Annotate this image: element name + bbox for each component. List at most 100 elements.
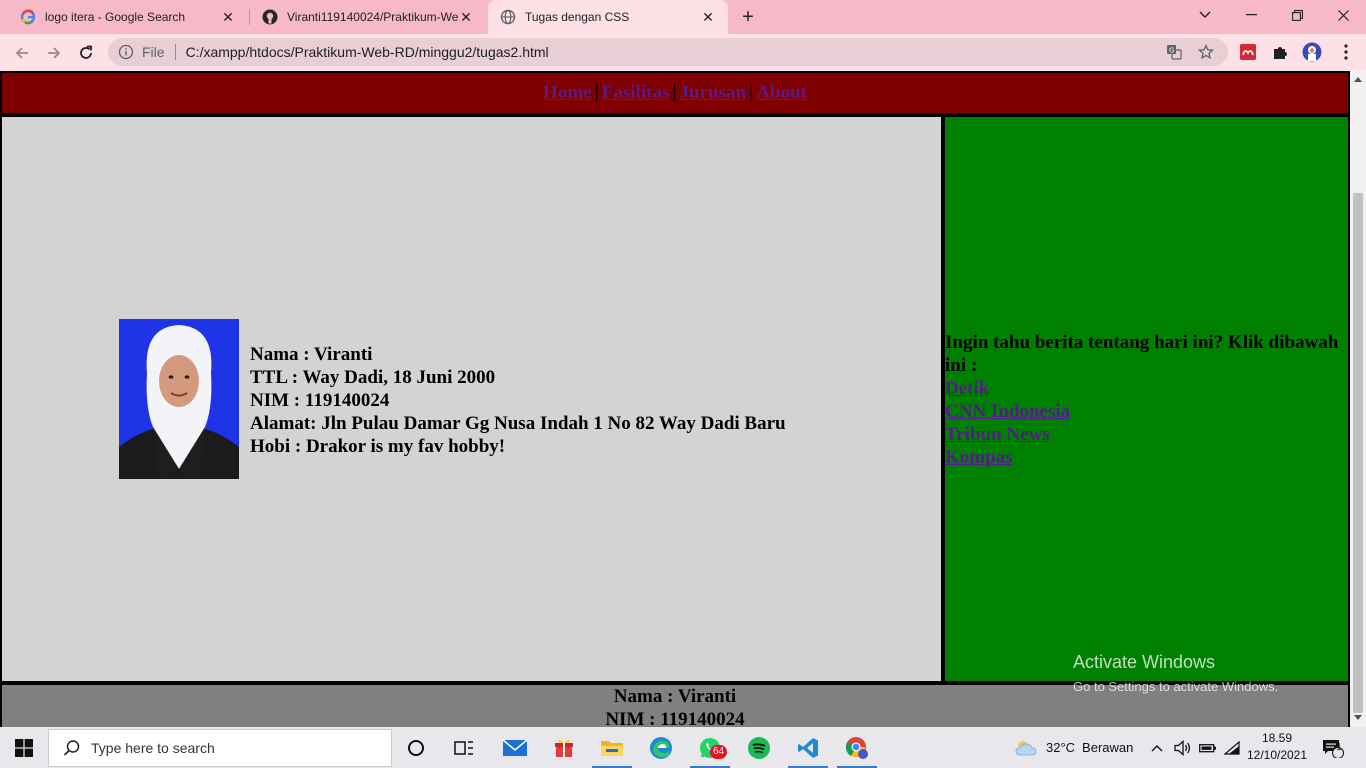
weather-widget[interactable]: 32°C Berawan xyxy=(1014,727,1133,768)
footer-nim: NIM : 119140024 xyxy=(605,709,745,727)
taskbar-edge[interactable] xyxy=(637,727,685,768)
network-button[interactable] xyxy=(1224,727,1240,768)
arrow-left-icon xyxy=(15,47,28,59)
edge-icon xyxy=(650,736,672,759)
taskbar-gift-app[interactable] xyxy=(540,727,588,768)
news-link-detik[interactable]: Detik xyxy=(945,377,1345,400)
search-placeholder: Type here to search xyxy=(91,740,215,756)
reload-icon xyxy=(80,45,92,59)
close-tab-icon[interactable]: ✕ xyxy=(700,9,716,25)
google-icon xyxy=(20,9,36,25)
vertical-scrollbar[interactable] xyxy=(1350,71,1366,727)
gift-icon xyxy=(555,739,573,757)
profile-photo xyxy=(119,319,239,479)
minimize-button[interactable] xyxy=(1228,0,1274,30)
close-tab-icon[interactable]: ✕ xyxy=(220,9,236,25)
chrome-menu-icon[interactable] xyxy=(1336,42,1356,62)
chrome-icon xyxy=(845,736,868,759)
taskbar-search[interactable]: Type here to search xyxy=(48,729,392,767)
show-hidden-icons-button[interactable] xyxy=(1151,727,1163,768)
news-intro: Ingin tahu berita tentang hari ini? Klik… xyxy=(945,332,1339,376)
bio-nama: Nama : Viranti xyxy=(250,344,373,365)
extension-mendeley-icon[interactable] xyxy=(1238,42,1258,62)
extensions-puzzle-icon[interactable] xyxy=(1270,42,1290,62)
battery-button[interactable] xyxy=(1199,727,1217,768)
weather-temp: 32°C xyxy=(1046,740,1076,755)
forward-button[interactable] xyxy=(40,39,68,67)
tab-search-button[interactable] xyxy=(1182,0,1228,30)
new-tab-button[interactable]: + xyxy=(736,5,760,29)
folder-icon xyxy=(601,740,623,756)
bio-hobi: Hobi : Drakor is my fav hobby! xyxy=(250,436,506,457)
url-scheme: File xyxy=(142,44,165,60)
page-navbar: Home | Fasilitas | Jurusan | About xyxy=(0,71,1350,115)
minimize-icon xyxy=(1245,14,1257,16)
url-text[interactable]: C:/xampp/htdocs/Praktikum-Web-RD/minggu2… xyxy=(186,44,1228,60)
page-viewport: Home | Fasilitas | Jurusan | About Nama … xyxy=(0,71,1366,727)
nav-separator: | xyxy=(749,82,754,103)
main-content: Nama : Viranti TTL : Way Dadi, 18 Juni 2… xyxy=(0,115,943,683)
bookmark-star-icon xyxy=(1198,44,1214,60)
browser-toolbar: File C:/xampp/htdocs/Praktikum-Web-RD/mi… xyxy=(0,34,1366,71)
svg-text:G: G xyxy=(1169,47,1174,55)
battery-icon xyxy=(1199,743,1216,752)
tab-github[interactable]: Viranti119140024/Praktikum-Web ✕ xyxy=(250,0,486,34)
volume-button[interactable] xyxy=(1174,727,1192,768)
search-icon xyxy=(63,740,80,756)
notification-center-button[interactable]: 1 xyxy=(1322,727,1344,768)
reload-button[interactable] xyxy=(72,39,100,67)
notification-count: 1 xyxy=(1336,742,1342,753)
scroll-up-icon[interactable] xyxy=(1354,77,1362,82)
spotify-icon xyxy=(748,736,770,759)
arrow-right-icon xyxy=(48,47,61,59)
windows-taskbar: Type here to search 64 32°C Berawan 18.5… xyxy=(0,727,1366,768)
task-view-icon xyxy=(454,740,473,755)
bio-nim: NIM : 119140024 xyxy=(250,390,390,411)
news-link-cnn-indonesia[interactable]: CNN Indonesia xyxy=(945,400,1345,423)
url-divider xyxy=(174,44,176,60)
activate-windows-watermark: Activate Windows Go to Settings to activ… xyxy=(1073,652,1278,694)
task-view-button[interactable] xyxy=(440,727,488,768)
tab-google-search[interactable]: logo itera - Google Search ✕ xyxy=(8,0,248,34)
taskbar-whatsapp[interactable]: 64 xyxy=(686,727,734,768)
nav-link-fasilitas[interactable]: Fasilitas xyxy=(602,82,670,104)
globe-icon xyxy=(500,9,516,25)
info-icon xyxy=(118,44,134,60)
nav-link-jurusan[interactable]: Jurusan xyxy=(680,82,747,104)
close-window-button[interactable] xyxy=(1320,0,1366,30)
restore-button[interactable] xyxy=(1274,0,1320,30)
news-link-kompas[interactable]: Kompas xyxy=(945,446,1345,469)
taskbar-mail[interactable] xyxy=(491,727,539,768)
tab-title: Viranti119140024/Praktikum-Web xyxy=(287,10,458,24)
taskbar-file-explorer[interactable] xyxy=(588,727,636,768)
taskbar-chrome[interactable] xyxy=(833,727,881,768)
whatsapp-badge: 64 xyxy=(710,745,728,759)
taskbar-vscode[interactable] xyxy=(784,727,832,768)
profile-avatar[interactable] xyxy=(1302,42,1322,62)
tab-tugas-css[interactable]: Tugas dengan CSS ✕ xyxy=(488,0,728,34)
vscode-icon xyxy=(798,737,818,758)
windows-logo-icon xyxy=(15,738,33,757)
nav-link-about[interactable]: About xyxy=(756,82,807,104)
tab-title: Tugas dengan CSS xyxy=(525,10,630,24)
scroll-thumb[interactable] xyxy=(1353,193,1363,713)
scroll-down-icon[interactable] xyxy=(1354,715,1362,720)
clock-time: 18.59 xyxy=(1261,731,1293,745)
biodata: Nama : Viranti TTL : Way Dadi, 18 Juni 2… xyxy=(250,343,786,458)
address-bar[interactable]: File C:/xampp/htdocs/Praktikum-Web-RD/mi… xyxy=(108,38,1228,66)
nav-separator: | xyxy=(672,82,677,103)
watermark-title: Activate Windows xyxy=(1073,652,1216,672)
news-sidebar: Ingin tahu berita tentang hari ini? Klik… xyxy=(943,115,1350,683)
system-clock[interactable]: 18.59 12/10/2021 xyxy=(1244,730,1310,764)
close-icon xyxy=(1337,9,1349,21)
restore-icon xyxy=(1291,9,1303,21)
taskbar-spotify[interactable] xyxy=(735,727,783,768)
cortana-circle-icon xyxy=(408,739,424,756)
close-tab-icon[interactable]: ✕ xyxy=(458,9,474,25)
chevron-down-icon xyxy=(1199,11,1211,18)
cortana-button[interactable] xyxy=(392,727,440,768)
news-link-tribun-news[interactable]: Tribun News xyxy=(945,423,1345,446)
back-button[interactable] xyxy=(8,39,36,67)
start-button[interactable] xyxy=(0,727,48,768)
nav-link-home[interactable]: Home xyxy=(543,82,592,104)
